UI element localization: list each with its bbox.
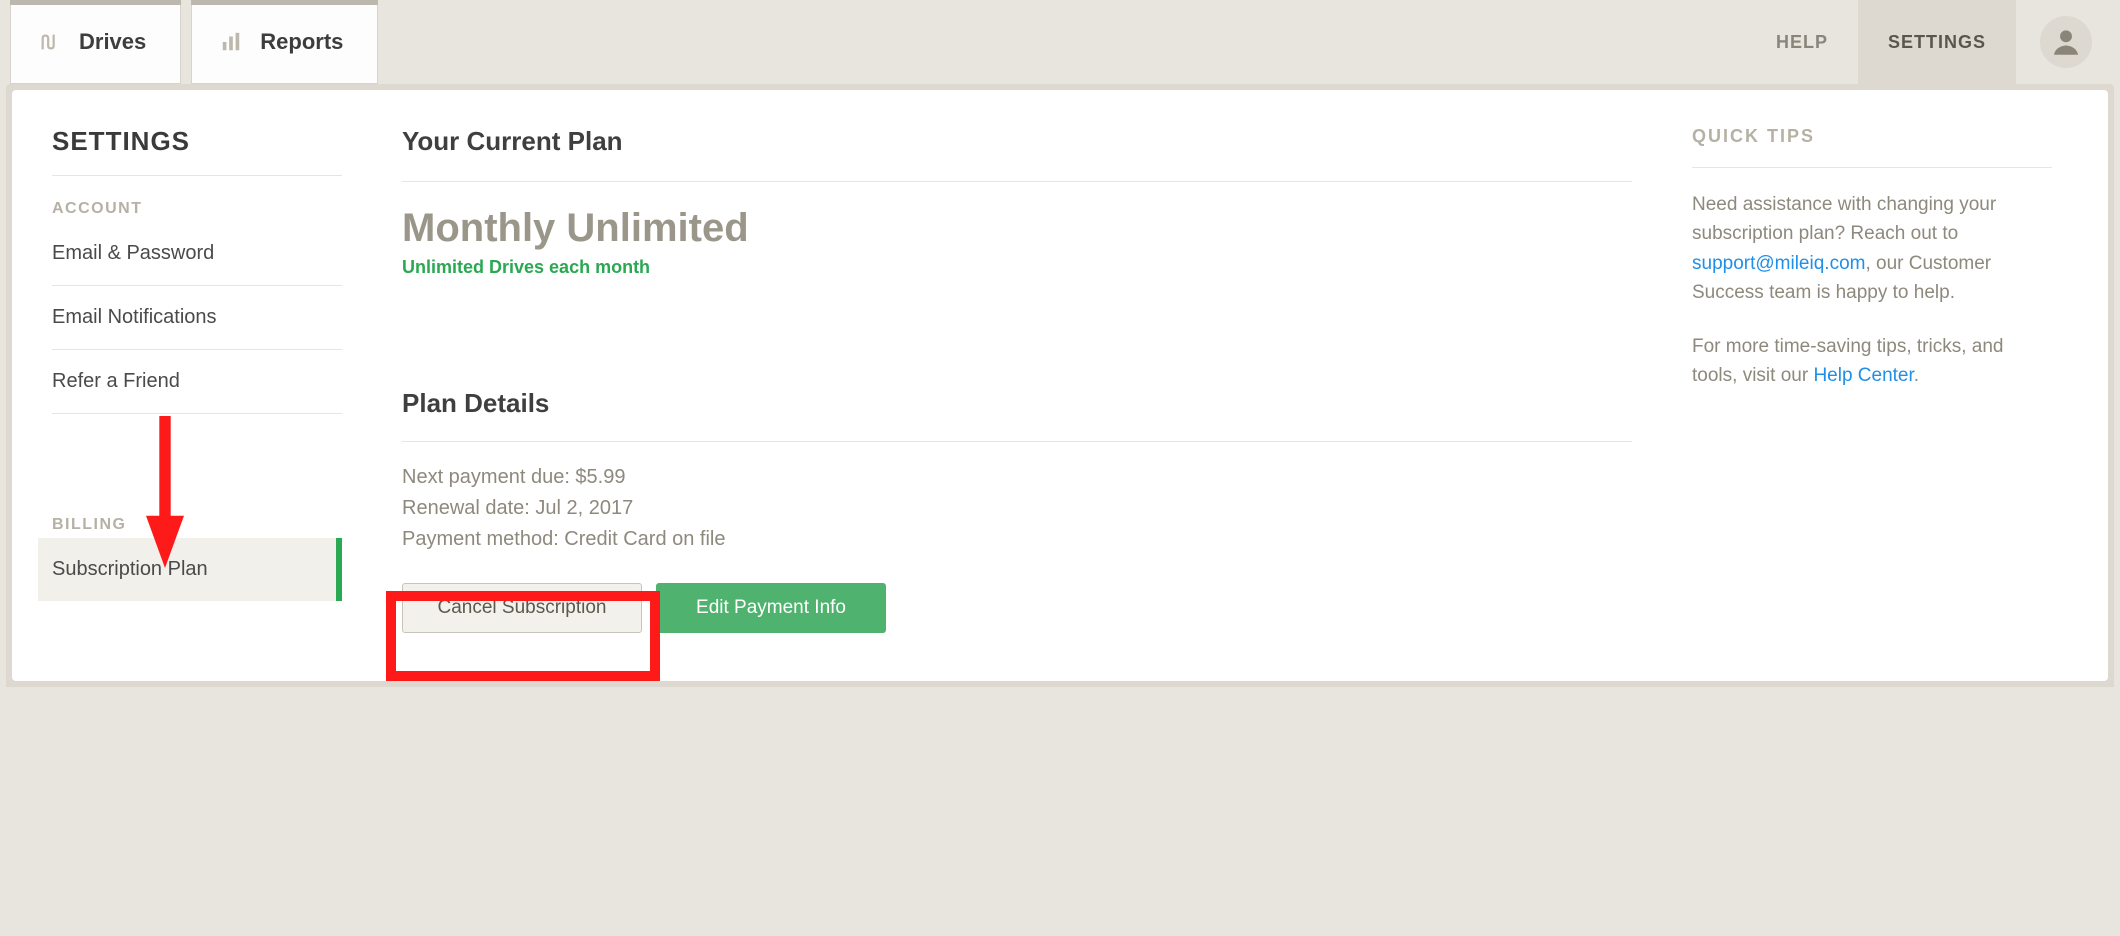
button-row: Cancel Subscription Edit Payment Info [402, 583, 1632, 633]
quick-tips-body: Need assistance with changing your subsc… [1692, 190, 2052, 391]
page-shell: SETTINGS ACCOUNT Email & Password Email … [6, 84, 2114, 687]
person-icon [2049, 25, 2083, 59]
tab-drives-label: Drives [79, 29, 146, 55]
drives-icon [39, 31, 61, 53]
detail-payment-method: Payment method: Credit Card on file [402, 524, 1632, 555]
detail-renewal-date: Renewal date: Jul 2, 2017 [402, 493, 1632, 524]
user-avatar[interactable] [2040, 16, 2092, 68]
sidebar-item-subscription-plan[interactable]: Subscription Plan [38, 538, 342, 601]
reports-icon [220, 31, 242, 53]
detail-next-payment: Next payment due: $5.99 [402, 462, 1632, 493]
quick-tips-panel: QUICK TIPS Need assistance with changing… [1692, 126, 2052, 633]
nav-settings[interactable]: SETTINGS [1858, 0, 2016, 84]
nav-help[interactable]: HELP [1746, 0, 1858, 84]
help-center-link[interactable]: Help Center [1813, 365, 1913, 386]
settings-sidebar: SETTINGS ACCOUNT Email & Password Email … [52, 126, 342, 633]
plan-details-heading: Plan Details [402, 388, 1632, 442]
tips-p2-b: . [1914, 365, 1919, 386]
plan-subtitle: Unlimited Drives each month [402, 257, 1632, 278]
right-nav: HELP SETTINGS [1746, 0, 2104, 84]
sidebar-section-billing: BILLING [52, 492, 342, 538]
sidebar-item-refer-friend[interactable]: Refer a Friend [52, 350, 342, 414]
cancel-subscription-button[interactable]: Cancel Subscription [402, 583, 642, 633]
primary-tabs: Drives Reports [10, 0, 378, 84]
tab-reports[interactable]: Reports [191, 0, 378, 84]
quick-tips-title: QUICK TIPS [1692, 126, 2052, 168]
settings-card: SETTINGS ACCOUNT Email & Password Email … [12, 90, 2108, 681]
tips-p1-a: Need assistance with changing your subsc… [1692, 194, 1996, 244]
tab-drives[interactable]: Drives [10, 0, 181, 84]
sidebar-section-account: ACCOUNT [52, 176, 342, 222]
plan-details-list: Next payment due: $5.99 Renewal date: Ju… [402, 462, 1632, 555]
sidebar-item-email-password[interactable]: Email & Password [52, 222, 342, 286]
avatar-container [2016, 16, 2104, 68]
tab-reports-label: Reports [260, 29, 343, 55]
support-email-link[interactable]: support@mileiq.com [1692, 253, 1865, 274]
top-navbar: Drives Reports HELP SETTINGS [0, 0, 2120, 84]
current-plan-heading: Your Current Plan [402, 126, 1632, 182]
settings-main: Your Current Plan Monthly Unlimited Unli… [402, 126, 1632, 633]
sidebar-item-email-notifications[interactable]: Email Notifications [52, 286, 342, 350]
edit-payment-info-button[interactable]: Edit Payment Info [656, 583, 886, 633]
plan-name: Monthly Unlimited [402, 206, 1632, 251]
sidebar-title: SETTINGS [52, 126, 342, 176]
